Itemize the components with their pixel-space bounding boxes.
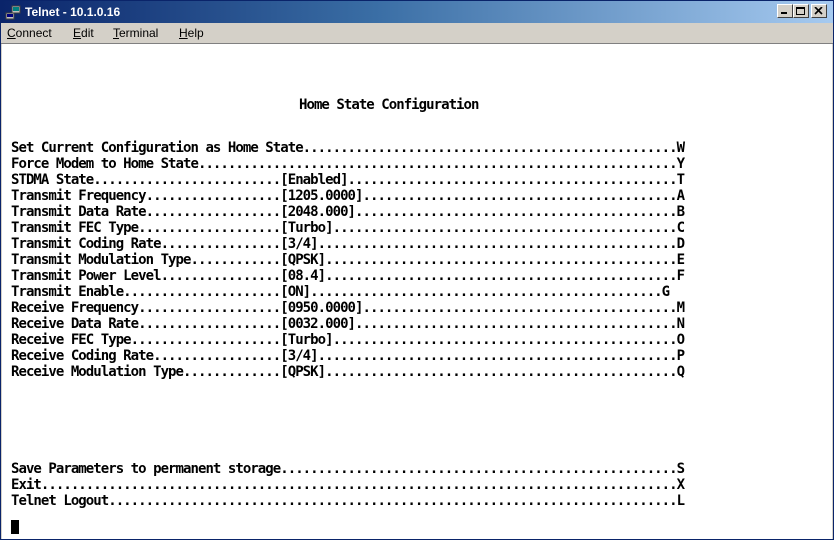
menu-connect[interactable]: Connect: [7, 26, 52, 40]
menu-bar: Connect Edit Terminal Help: [1, 23, 833, 44]
minimize-button[interactable]: [777, 4, 793, 18]
title-bar[interactable]: Telnet - 10.1.0.16: [1, 1, 833, 23]
config-line: Receive Data Rate...................[003…: [11, 316, 685, 332]
maximize-button[interactable]: [793, 4, 809, 18]
close-icon: [814, 7, 823, 15]
command-line: Telnet Logout...........................…: [11, 493, 685, 509]
screen-heading: Home State Configuration: [299, 97, 479, 113]
telnet-window: Telnet - 10.1.0.16 Connect Edit Terminal…: [0, 0, 834, 540]
config-line: Receive Frequency...................[095…: [11, 300, 685, 316]
config-line: Transmit FEC Type...................[Tur…: [11, 220, 685, 236]
telnet-computer-icon[interactable]: [5, 4, 21, 20]
config-line: Transmit Modulation Type............[QPS…: [11, 252, 685, 268]
close-button[interactable]: [811, 4, 827, 18]
config-line: Receive Coding Rate.................[3/4…: [11, 348, 685, 364]
config-line: Transmit Frequency..................[120…: [11, 188, 685, 204]
menu-edit-label: dit: [81, 26, 94, 40]
config-line: STDMA State.........................[Ena…: [11, 172, 685, 188]
menu-connect-mnemonic: C: [7, 26, 16, 40]
menu-edit-mnemonic: E: [73, 26, 82, 40]
config-line: Receive Modulation Type.............[QPS…: [11, 364, 685, 380]
config-line: Transmit Power Level................[08.…: [11, 268, 685, 284]
terminal-screen[interactable]: Home State Configuration Set Current Con…: [2, 44, 832, 539]
maximize-icon: [796, 7, 805, 15]
config-line: Receive FEC Type....................[Tur…: [11, 332, 685, 348]
command-line: Exit....................................…: [11, 477, 685, 493]
config-line: Transmit Data Rate..................[204…: [11, 204, 685, 220]
menu-terminal-label: erminal: [119, 26, 159, 40]
menu-edit[interactable]: Edit: [73, 26, 94, 40]
text-cursor: [11, 520, 19, 534]
menu-terminal[interactable]: Terminal: [113, 26, 158, 40]
config-line: Transmit Coding Rate................[3/4…: [11, 236, 685, 252]
config-line: Force Modem to Home State...............…: [11, 156, 685, 172]
minimize-icon: [781, 12, 787, 14]
menu-help-mnemonic: H: [179, 26, 188, 40]
config-line: Transmit Enable.....................[ON]…: [11, 284, 670, 300]
window-title: Telnet - 10.1.0.16: [25, 5, 121, 19]
menu-help-label: elp: [187, 26, 204, 40]
menu-connect-label: onnect: [15, 26, 52, 40]
config-line: Set Current Configuration as Home State.…: [11, 140, 685, 156]
command-line: Save Parameters to permanent storage....…: [11, 461, 685, 477]
menu-help[interactable]: Help: [179, 26, 204, 40]
